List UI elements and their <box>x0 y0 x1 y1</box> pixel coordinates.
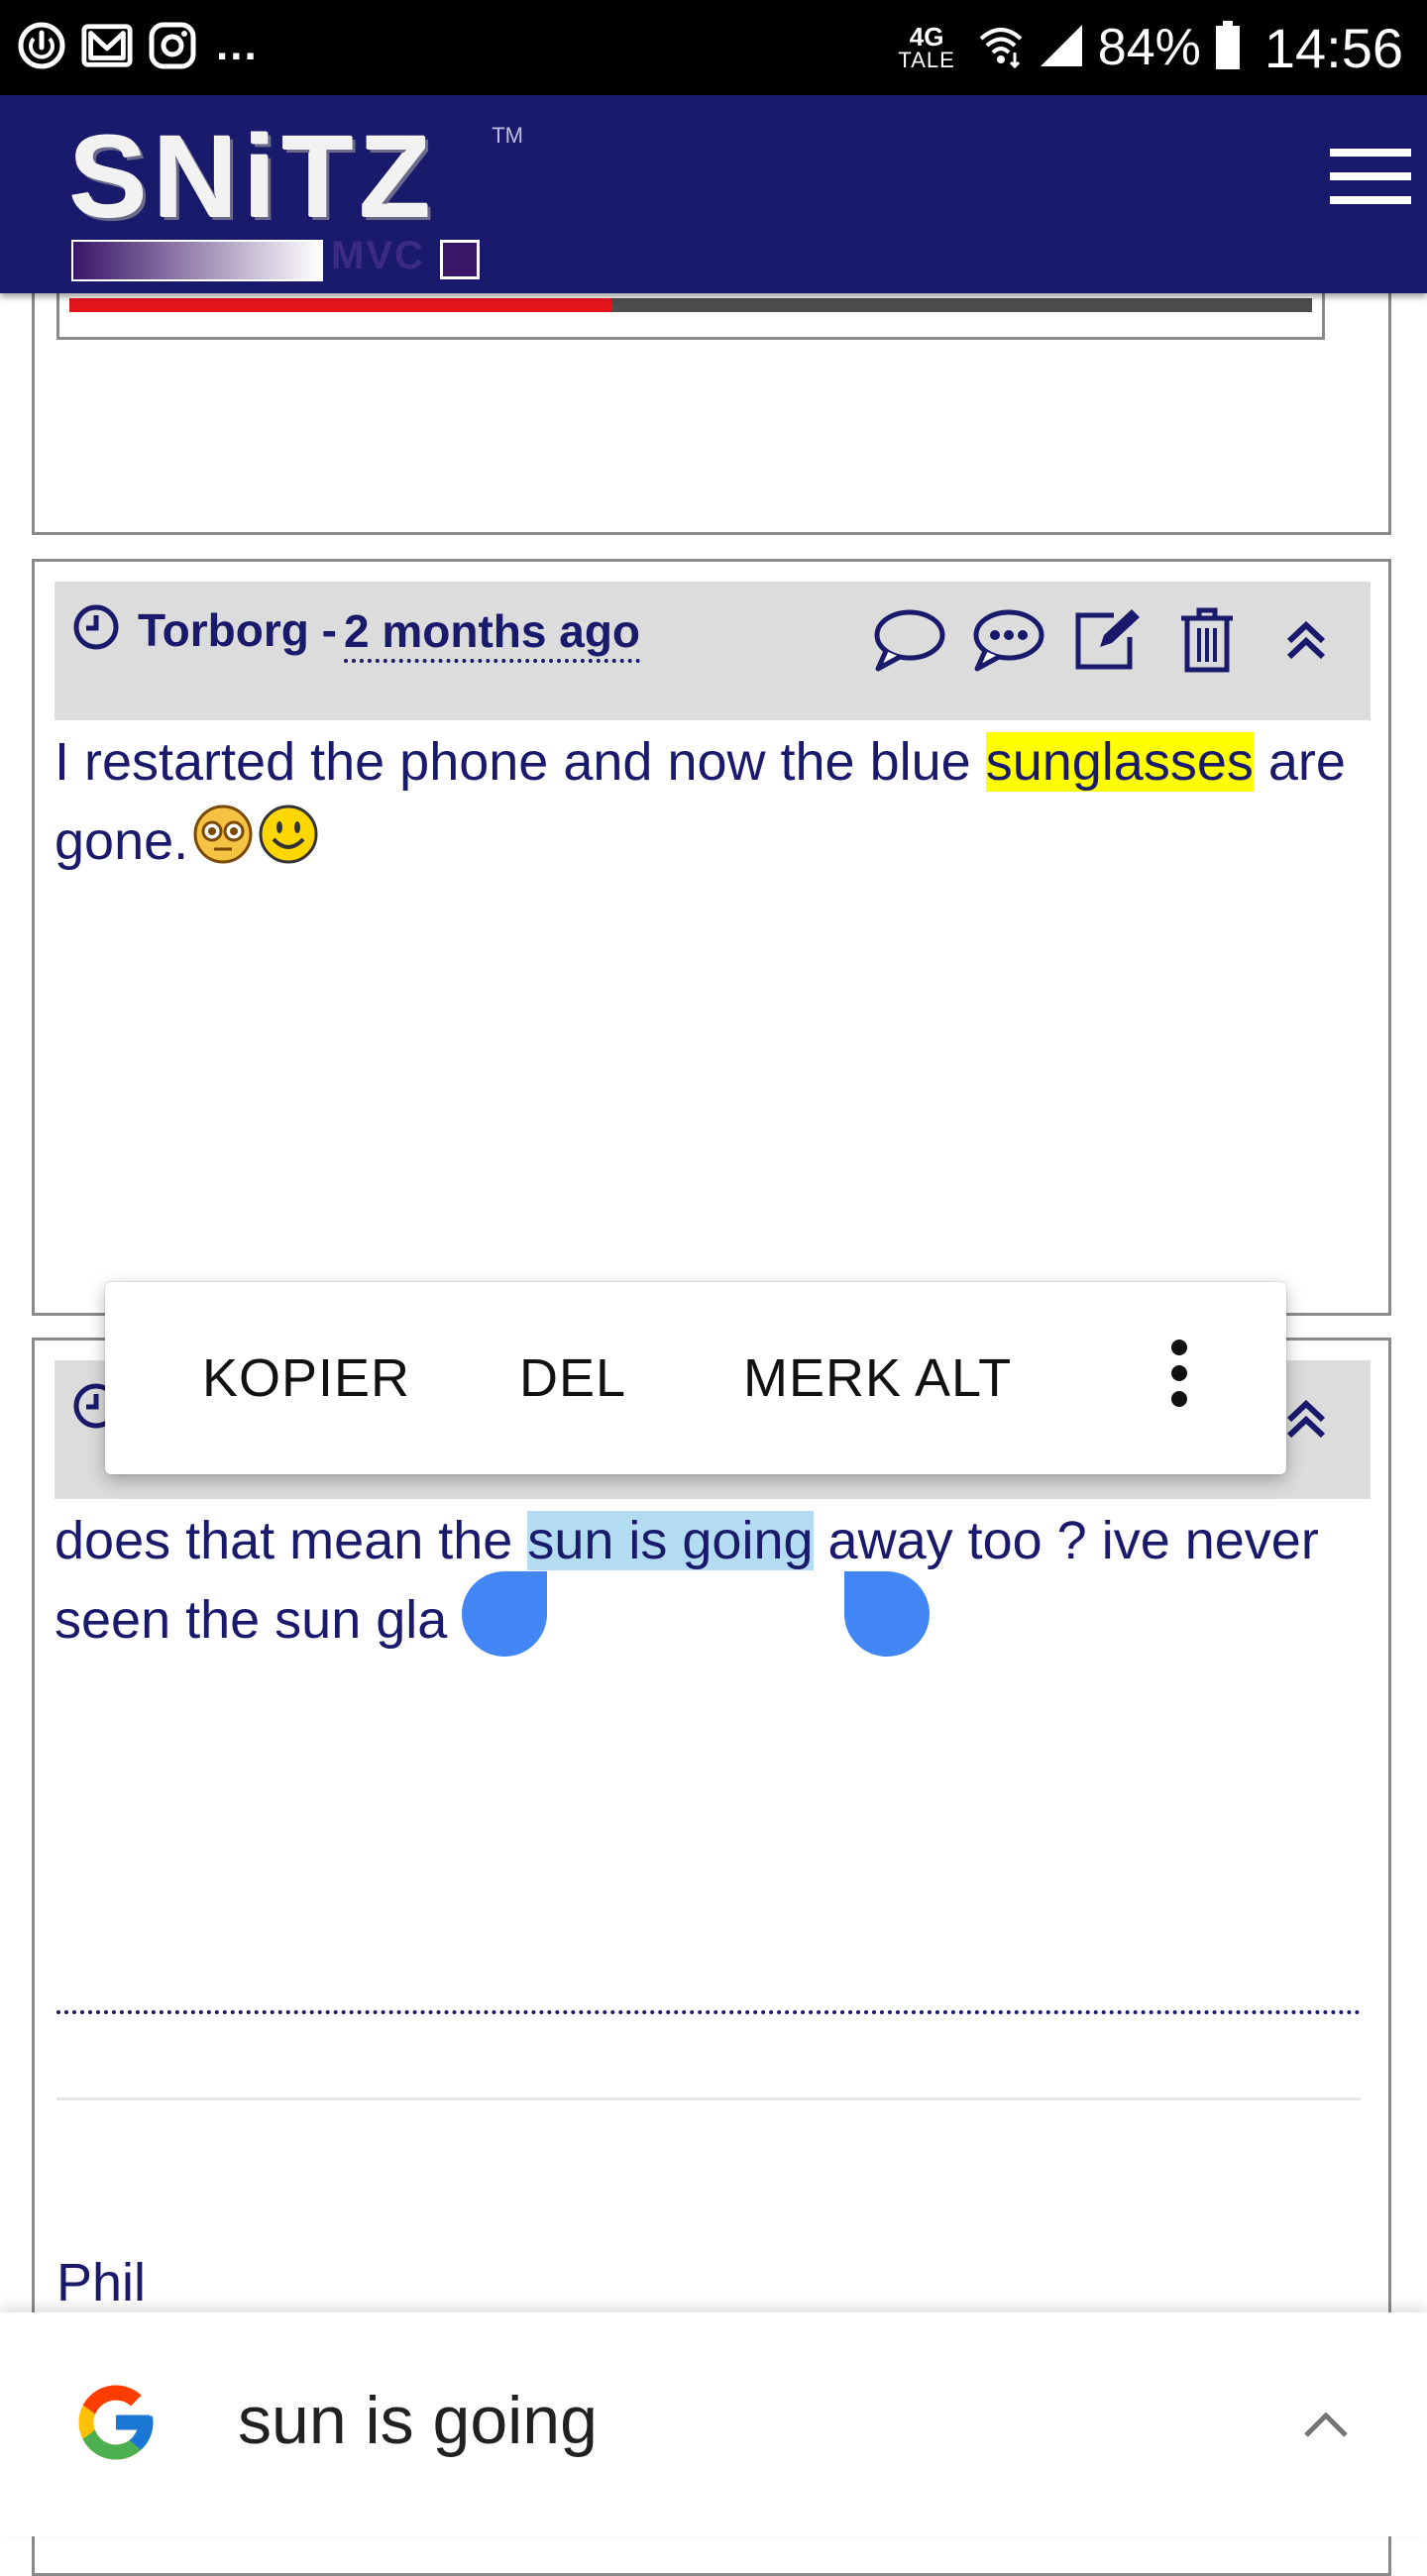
copy-button[interactable]: KOPIER <box>202 1347 410 1409</box>
post-date-link[interactable]: 2 months ago <box>344 603 641 663</box>
logo-mvc: MVC <box>331 234 425 277</box>
select-all-button[interactable]: MERK ALT <box>743 1347 1012 1409</box>
share-button[interactable]: DEL <box>519 1347 626 1409</box>
clock-icon <box>72 603 120 656</box>
signal-icon <box>1039 23 1084 73</box>
scroll-top-icon[interactable] <box>1265 599 1347 681</box>
post-text: I restarted the phone and now the blue <box>55 732 986 792</box>
status-bar: ... 4G TALE 84% 14:56 <box>0 0 1427 95</box>
text-selection-menu: KOPIER DEL MERK ALT <box>105 1282 1286 1474</box>
edit-icon[interactable] <box>1067 599 1149 681</box>
search-query[interactable]: sun is going <box>238 2382 598 2459</box>
overflow-indicator: ... <box>216 21 259 69</box>
gmail-icon <box>81 20 133 71</box>
instagram-icon <box>147 20 198 71</box>
wifi-icon <box>977 23 1025 73</box>
clock: 14:56 <box>1263 16 1403 79</box>
post-header: Torborg - 2 months ago <box>55 582 1371 720</box>
network-sub: TALE <box>898 48 955 72</box>
site-logo[interactable]: SNiTZ TM MVC <box>63 112 523 281</box>
selection-end-handle[interactable] <box>844 1571 930 1657</box>
sunglasses-smiley-icon <box>192 804 254 887</box>
power-icon <box>16 20 67 71</box>
selected-text[interactable]: sun is going <box>527 1511 814 1570</box>
post-body[interactable]: does that mean the sun is going away too… <box>55 1501 1363 1660</box>
battery-percent: 84% <box>1097 19 1201 76</box>
post-author[interactable]: Torborg - <box>138 603 337 657</box>
post-text: does that mean the <box>55 1511 528 1570</box>
smiley-icon <box>258 804 319 887</box>
hamburger-menu-icon[interactable] <box>1330 149 1419 228</box>
signature: Phil <box>56 2253 147 2312</box>
logo-bar <box>71 240 323 281</box>
post-body: I restarted the phone and now the blue s… <box>55 722 1363 887</box>
logo-square <box>440 240 480 279</box>
logo-text: SNiTZ <box>69 112 437 243</box>
reply-icon[interactable] <box>869 599 950 681</box>
app-header: SNiTZ TM MVC <box>0 95 1427 293</box>
more-vert-icon[interactable] <box>1159 1334 1199 1423</box>
battery-icon <box>1215 20 1241 75</box>
signature-divider <box>56 2010 1361 2014</box>
logo-trademark: TM <box>492 123 523 148</box>
selection-start-handle[interactable] <box>462 1571 547 1657</box>
quote-icon[interactable] <box>968 599 1049 681</box>
reply-post: Torborg - 2 months ago I restarted the p… <box>32 559 1391 1316</box>
highlighted-word: sunglasses <box>985 732 1254 792</box>
divider <box>56 2097 1361 2100</box>
google-logo-icon <box>71 2378 161 2467</box>
network-indicator: 4G TALE <box>898 24 954 71</box>
google-search-bar[interactable]: sun is going <box>0 2312 1427 2536</box>
delete-icon[interactable] <box>1166 599 1248 681</box>
chevron-up-icon[interactable] <box>1296 2396 1356 2455</box>
network-type: 4G <box>909 22 944 52</box>
